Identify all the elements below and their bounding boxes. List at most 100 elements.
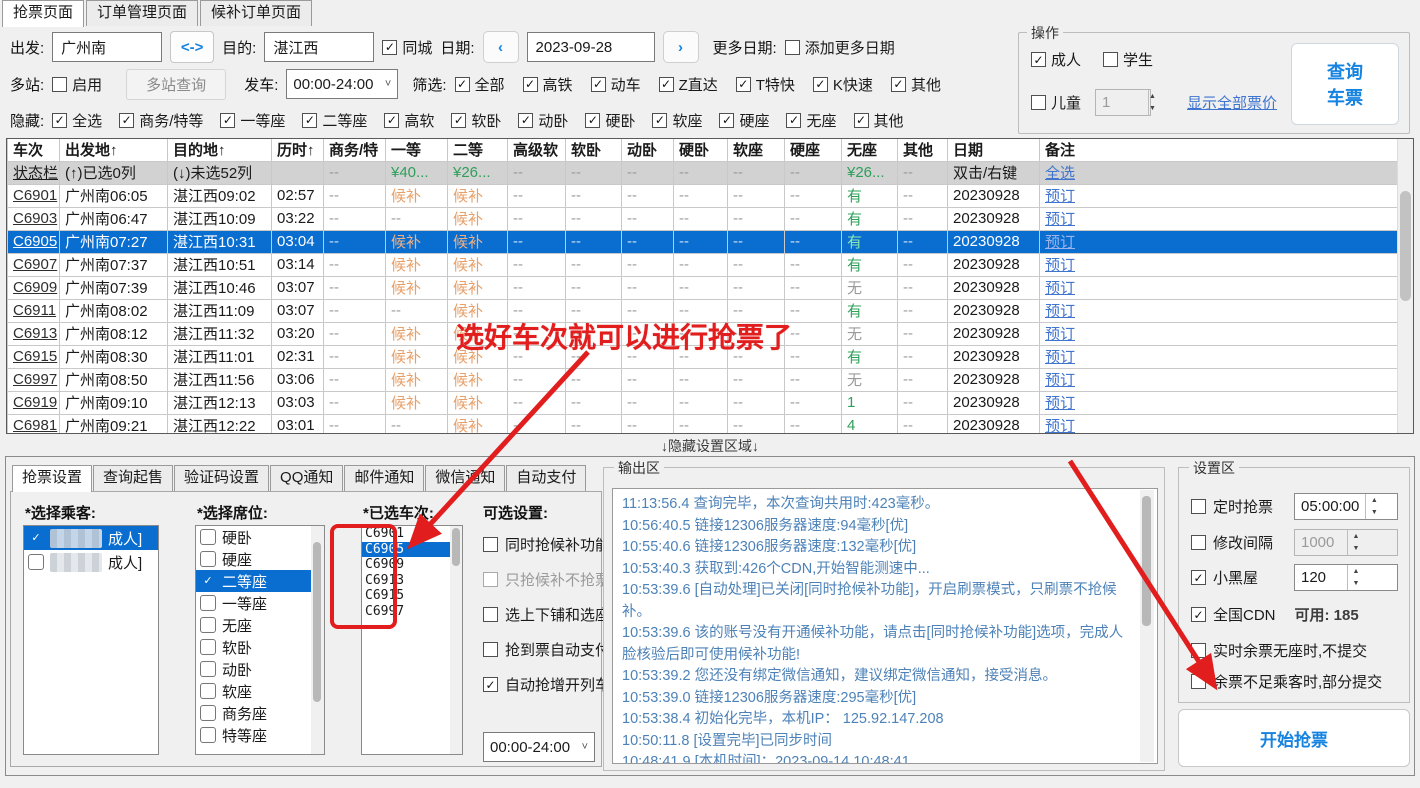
checkbox-icon[interactable] [382, 40, 397, 55]
column-header-商务/特[interactable]: 商务/特 [324, 139, 386, 161]
selected-train-C6905[interactable]: C6905 [362, 542, 462, 558]
date-input[interactable]: 2023-09-28 [527, 32, 655, 62]
checkbox-icon[interactable] [119, 113, 134, 128]
hide-checkbox-硬座[interactable]: 硬座 [719, 110, 769, 131]
column-header-备注[interactable]: 备注 [1040, 139, 1399, 161]
settings-tab-自动支付[interactable]: 自动支付 [506, 465, 586, 491]
checkbox-icon[interactable] [52, 113, 67, 128]
table-row[interactable]: C6909广州南07:39湛江西10:4603:07--候补候补--------… [8, 276, 1399, 299]
selected-train-C6909[interactable]: C6909 [362, 557, 462, 573]
table-row-selected[interactable]: C6905广州南07:27湛江西10:3103:04--候补候补--------… [8, 230, 1399, 253]
train-code-link[interactable]: C6901 [8, 184, 60, 207]
child-count-stepper[interactable]: 1 ▲▼ [1095, 89, 1151, 116]
filter-checkbox-动车[interactable]: 动车 [591, 74, 641, 95]
train-code-link[interactable]: C6903 [8, 207, 60, 230]
tab-抢票页面[interactable]: 抢票页面 [2, 0, 84, 27]
table-scrollbar-thumb[interactable] [1400, 191, 1411, 301]
seat-item-无座[interactable]: 无座 [196, 614, 324, 636]
checkbox-icon[interactable] [483, 572, 498, 587]
checkbox-icon[interactable] [1031, 95, 1046, 110]
depart-input[interactable]: 广州南 [52, 32, 162, 62]
hide-settings-divider[interactable]: ↓隐藏设置区域↓ [0, 436, 1420, 456]
stepper-arrows-icon[interactable]: ▲▼ [1148, 90, 1156, 115]
option-同时抢候补功能[interactable]: 同时抢候补功能 [483, 534, 610, 555]
filter-checkbox-高铁[interactable]: 高铁 [523, 74, 573, 95]
checkbox-icon[interactable] [200, 639, 216, 655]
next-date-button[interactable]: › [663, 31, 699, 63]
checkbox-icon[interactable] [200, 727, 216, 743]
log-scrollbar-thumb[interactable] [1142, 496, 1151, 626]
train-code-link[interactable]: C6911 [8, 299, 60, 322]
table-row[interactable]: C6981广州南09:21湛江西12:2203:01----候补--------… [8, 414, 1399, 434]
book-link[interactable]: 预订 [1045, 395, 1075, 412]
column-header-无座[interactable]: 无座 [842, 139, 898, 161]
query-tickets-button[interactable]: 查询车票 [1291, 43, 1399, 125]
timed-grab-time-stepper[interactable]: 05:00:00▲▼ [1294, 493, 1398, 520]
log-scrollbar[interactable] [1140, 490, 1154, 762]
book-link[interactable]: 预订 [1045, 211, 1075, 228]
column-header-目的地↑[interactable]: 目的地↑ [168, 139, 272, 161]
book-link[interactable]: 预订 [1045, 372, 1075, 389]
column-header-一等[interactable]: 一等 [386, 139, 448, 161]
stepper-arrows-icon[interactable]: ▲▼ [1365, 494, 1382, 519]
checkbox-icon[interactable] [220, 113, 235, 128]
timed-grab-checkbox[interactable] [1191, 499, 1206, 514]
hide-checkbox-硬卧[interactable]: 硬卧 [585, 110, 635, 131]
select-all-link[interactable]: 全选 [1045, 165, 1075, 182]
checkbox-icon[interactable] [200, 705, 216, 721]
checkbox-icon[interactable] [518, 113, 533, 128]
partial-submit-checkbox[interactable] [1191, 674, 1206, 689]
selected-train-C6901[interactable]: C6901 [362, 526, 462, 542]
child-checkbox[interactable]: 儿童 [1031, 92, 1081, 113]
checkbox-icon[interactable] [200, 573, 216, 589]
checkbox-icon[interactable] [1031, 52, 1046, 67]
settings-tab-查询起售[interactable]: 查询起售 [93, 465, 173, 491]
train-code-link[interactable]: C6909 [8, 276, 60, 299]
interval-checkbox[interactable] [1191, 535, 1206, 550]
table-row[interactable]: C6901广州南06:05湛江西09:0202:57--候补候补--------… [8, 184, 1399, 207]
hide-checkbox-一等座[interactable]: 一等座 [220, 110, 285, 131]
checkbox-icon[interactable] [891, 77, 906, 92]
seat-item-一等座[interactable]: 一等座 [196, 592, 324, 614]
column-header-软座[interactable]: 软座 [728, 139, 785, 161]
prev-date-button[interactable]: ‹ [483, 31, 519, 63]
checkbox-icon[interactable] [652, 113, 667, 128]
dest-input[interactable]: 湛江西 [264, 32, 374, 62]
hide-checkbox-软座[interactable]: 软座 [652, 110, 702, 131]
show-all-price-link[interactable]: 显示全部票价 [1187, 92, 1277, 113]
column-header-其他[interactable]: 其他 [898, 139, 948, 161]
seat-item-硬卧[interactable]: 硬卧 [196, 526, 324, 548]
hide-checkbox-动卧[interactable]: 动卧 [518, 110, 568, 131]
checkbox-icon[interactable] [200, 595, 216, 611]
book-link[interactable]: 预订 [1045, 303, 1075, 320]
checkbox-icon[interactable] [28, 554, 44, 570]
checkbox-icon[interactable] [659, 77, 674, 92]
book-link[interactable]: 预订 [1045, 188, 1075, 205]
checkbox-icon[interactable] [483, 537, 498, 552]
table-scrollbar[interactable] [1397, 139, 1413, 433]
checkbox-icon[interactable] [785, 40, 800, 55]
train-list-scrollbar[interactable] [450, 526, 462, 754]
checkbox-icon[interactable] [736, 77, 751, 92]
train-code-link[interactable]: C6981 [8, 414, 60, 434]
book-link[interactable]: 预订 [1045, 257, 1075, 274]
checkbox-icon[interactable] [585, 113, 600, 128]
book-link[interactable]: 预订 [1045, 418, 1075, 434]
option-抢到票自动支付[interactable]: 抢到票自动支付 [483, 639, 610, 660]
filter-checkbox-T特快[interactable]: T特快 [736, 74, 795, 95]
table-row[interactable]: C6903广州南06:47湛江西10:0903:22----候补--------… [8, 207, 1399, 230]
seat-item-特等座[interactable]: 特等座 [196, 724, 324, 746]
no-seat-checkbox[interactable] [1191, 643, 1206, 658]
interval-stepper[interactable]: 1000▲▼ [1294, 529, 1398, 556]
checkbox-icon[interactable] [455, 77, 470, 92]
checkbox-icon[interactable] [1103, 52, 1118, 67]
checkbox-icon[interactable] [854, 113, 869, 128]
table-row[interactable]: C6919广州南09:10湛江西12:1303:03--候补候补--------… [8, 391, 1399, 414]
seat-list-scrollbar[interactable] [311, 526, 324, 754]
stepper-arrows-icon[interactable]: ▲▼ [1347, 530, 1364, 555]
column-header-出发地↑[interactable]: 出发地↑ [60, 139, 168, 161]
train-code-link[interactable]: C6997 [8, 368, 60, 391]
settings-tab-邮件通知[interactable]: 邮件通知 [344, 465, 424, 491]
selected-train-C6913[interactable]: C6913 [362, 573, 462, 589]
seat-item-二等座[interactable]: 二等座 [196, 570, 324, 592]
